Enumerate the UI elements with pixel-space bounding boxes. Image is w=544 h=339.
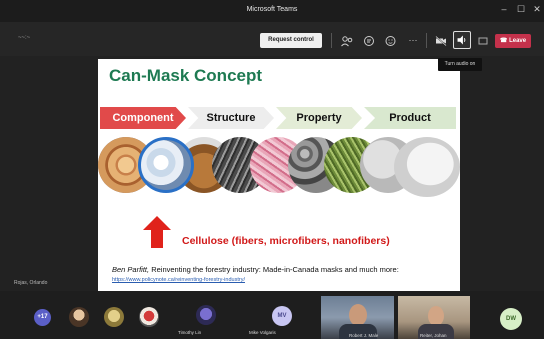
participant-avatar[interactable] (69, 307, 89, 327)
face-mask-image (394, 137, 460, 197)
audio-tooltip: Turn audio on (438, 58, 482, 71)
participant-name: Robert J. Male (349, 333, 379, 338)
speaker-icon (457, 35, 466, 45)
camera-off-icon[interactable] (434, 34, 448, 48)
citation: Ben Parfitt, Reinventing the forestry in… (112, 265, 399, 274)
participant-avatar-initials[interactable]: DW (500, 308, 522, 330)
reactions-icon[interactable] (384, 34, 398, 48)
minimize-icon[interactable]: – (497, 4, 511, 14)
participant-name: Mike Volgaris (249, 330, 276, 335)
participant-name: Reiter, Johan (420, 333, 447, 338)
close-icon[interactable]: ✕ (530, 4, 544, 15)
citation-author: Ben Parfitt, (112, 265, 150, 274)
step-component: Component (100, 107, 186, 129)
share-tray-icon[interactable] (476, 34, 490, 48)
participant-avatar[interactable] (196, 305, 216, 325)
request-control-button[interactable]: Request control (260, 33, 322, 48)
chat-icon[interactable] (362, 34, 376, 48)
phone-hangup-icon: ☎ (499, 38, 510, 44)
citation-link[interactable]: https://www.policynote.ca/reinventing-fo… (112, 277, 245, 283)
participant-face (349, 304, 367, 326)
shared-slide: Can-Mask Concept Component Structure Pro… (98, 59, 460, 291)
participants-icon[interactable] (340, 34, 354, 48)
participant-avatar-initials[interactable]: MV (272, 306, 292, 326)
window-title: Microsoft Teams (246, 6, 298, 13)
up-arrow-icon (143, 216, 171, 248)
step-structure: Structure (188, 107, 274, 129)
step-product: Product (364, 107, 456, 129)
toolbar-divider (331, 33, 332, 48)
leave-button[interactable]: ☎ Leave (495, 34, 531, 48)
cellulose-fiber-image (138, 137, 194, 193)
leave-label: Leave (509, 38, 527, 44)
participant-avatar[interactable] (139, 307, 159, 327)
step-property: Property (276, 107, 362, 129)
teams-window: Microsoft Teams – ☐ ✕ ~~:~ Request contr… (0, 0, 544, 339)
cellulose-label: Cellulose (fibers, microfibers, nanofibe… (182, 235, 390, 247)
audio-toggle-button[interactable] (453, 31, 471, 49)
maximize-icon[interactable]: ☐ (514, 4, 528, 15)
participant-avatar[interactable] (104, 307, 124, 327)
participant-face (428, 306, 444, 326)
citation-text: Reinventing the forestry industry: Made-… (149, 265, 399, 274)
overflow-participants-badge[interactable]: +17 (34, 309, 51, 326)
presenter-name: Rojas, Orlando (14, 280, 48, 286)
participant-name: Timothy Lin (178, 330, 202, 335)
slide-title: Can-Mask Concept (109, 66, 263, 85)
title-bar: Microsoft Teams – ☐ ✕ (0, 0, 544, 22)
meeting-toolbar: ~~:~ Request control ··· ☎ Leave (0, 22, 544, 56)
toolbar-divider (426, 33, 427, 48)
meeting-timer: ~~:~ (18, 35, 31, 41)
more-options-icon[interactable]: ··· (406, 34, 420, 48)
